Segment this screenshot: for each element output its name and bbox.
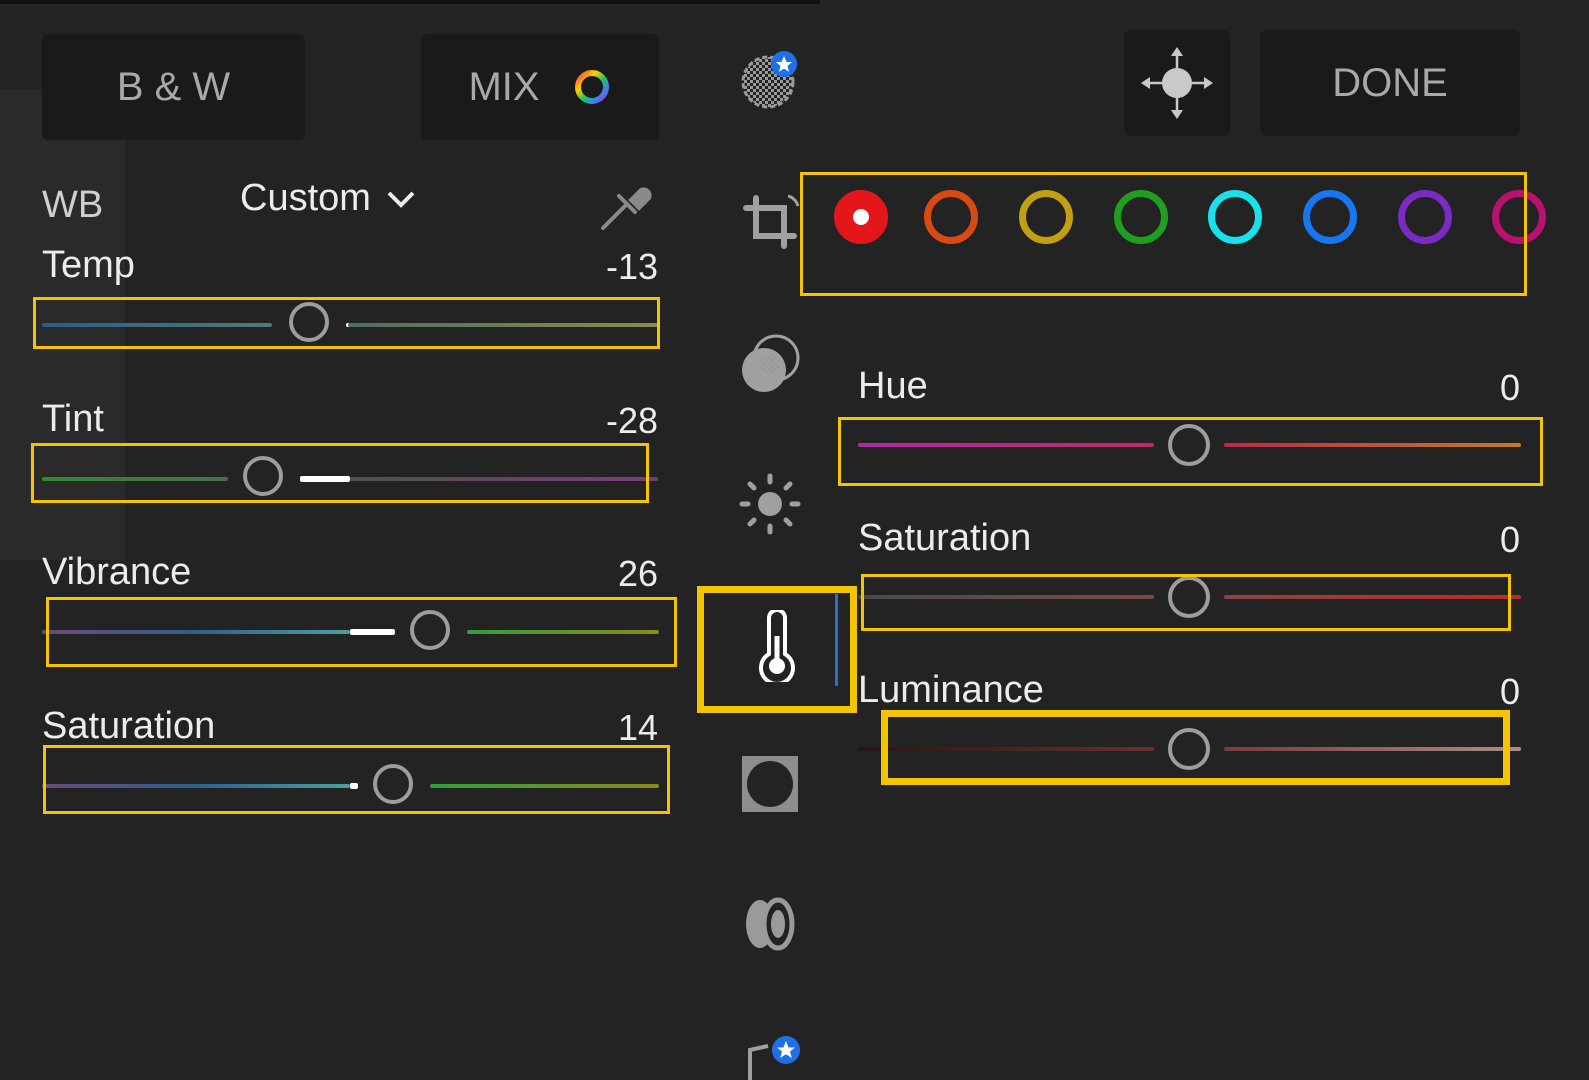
bw-button[interactable]: B & W <box>42 34 305 140</box>
optics-icon[interactable] <box>738 892 802 956</box>
vibrance-label: Vibrance <box>42 551 192 593</box>
move-panel-button[interactable] <box>1124 30 1230 136</box>
crop-icon[interactable] <box>738 190 802 254</box>
done-button[interactable]: DONE <box>1260 30 1520 136</box>
tint-label: Tint <box>42 398 104 440</box>
eyedropper-icon[interactable] <box>595 176 655 236</box>
highlight-vibrance <box>46 597 677 667</box>
highlight-saturation-left <box>43 745 670 814</box>
bw-label: B & W <box>116 64 231 109</box>
geometry-icon[interactable] <box>738 1016 802 1080</box>
done-label: DONE <box>1332 60 1448 105</box>
mix-label: MIX <box>468 64 540 109</box>
vibrance-value: 26 <box>617 553 658 594</box>
chevron-down-icon <box>387 191 415 208</box>
saturation-right-label: Saturation <box>858 517 1032 559</box>
tint-value: -28 <box>605 400 658 441</box>
light-icon[interactable] <box>738 472 802 536</box>
luminance-label: Luminance <box>858 669 1044 711</box>
highlight-tint <box>31 443 649 503</box>
hue-value: 0 <box>1499 367 1520 408</box>
temp-label: Temp <box>42 244 135 286</box>
highlight-hue <box>838 417 1543 486</box>
mix-button[interactable]: MIX <box>421 34 659 140</box>
temp-value: -13 <box>605 246 658 287</box>
highlight-temp <box>33 297 660 349</box>
luminance-value: 0 <box>1499 671 1520 712</box>
highlight-saturation-right <box>861 574 1511 631</box>
highlight-swatches <box>800 172 1527 296</box>
saturation-left-value: 14 <box>617 707 658 748</box>
highlight-luminance <box>881 710 1510 785</box>
saturation-left-label: Saturation <box>42 705 216 747</box>
saturation-right-value: 0 <box>1499 519 1520 560</box>
color-wheel-icon <box>574 70 609 104</box>
hue-label: Hue <box>858 365 928 407</box>
top-divider <box>0 0 820 4</box>
wb-preset-value: Custom <box>240 177 371 219</box>
highlight-color-tool <box>697 586 857 713</box>
wb-preset-dropdown[interactable]: Custom <box>240 177 417 220</box>
wb-label: WB <box>42 184 104 226</box>
move-icon <box>1141 47 1213 119</box>
masking-icon[interactable] <box>738 332 802 396</box>
selective-adjust-icon[interactable] <box>738 50 802 114</box>
vignette-icon[interactable] <box>738 752 802 816</box>
